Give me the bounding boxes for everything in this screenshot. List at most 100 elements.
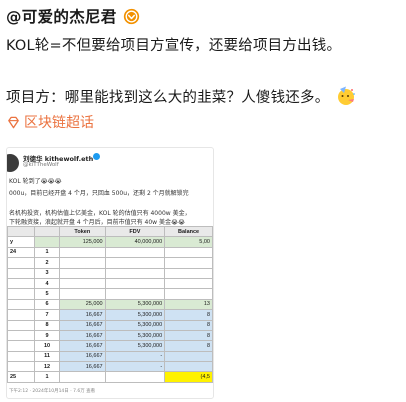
sheet-cell-balance: 13 bbox=[164, 298, 213, 311]
sheet-row: 24 1 bbox=[7, 246, 213, 259]
tweet-author-handle: @kiTTheWolf bbox=[23, 162, 59, 168]
sheet-row: 8 16,667 5,300,000 8 bbox=[7, 319, 213, 331]
sheet-cell-token: 16,667 bbox=[59, 350, 106, 363]
sheet-cell-balance bbox=[164, 361, 213, 373]
author-name[interactable]: @可爱的杰尼君 bbox=[6, 5, 117, 27]
sheet-cell-token: 16,667 bbox=[59, 319, 106, 331]
sheet-cell-balance: 8 bbox=[164, 319, 213, 331]
sheet-cell-fdv: 5,300,000 bbox=[104, 298, 166, 311]
sheet-cell-token: 125,000 bbox=[59, 236, 106, 248]
sheet-cell-token: 16,667 bbox=[59, 309, 106, 321]
party-face-emoji-icon bbox=[338, 86, 356, 105]
sheet-row-index: 11 bbox=[34, 350, 60, 363]
sheet-row: 9 16,667 5,300,000 8 bbox=[7, 329, 213, 342]
sheet-cell-token bbox=[59, 288, 106, 300]
sheet-cell-fdv: - bbox=[104, 350, 166, 363]
post-text-line2-text: 项目方：哪里能找到这么大的韭菜？人傻钱还多。 bbox=[6, 90, 330, 106]
sheet-cell-token: 16,667 bbox=[59, 340, 106, 352]
sheet-row-index: 3 bbox=[34, 267, 60, 279]
sheet-row: 2 bbox=[7, 257, 213, 269]
post-text-line2: 项目方：哪里能找到这么大的韭菜？人傻钱还多。 bbox=[6, 86, 356, 107]
sheet-header-token: Token bbox=[59, 225, 106, 238]
sheet-cell-balance bbox=[164, 277, 213, 290]
sheet-row-label bbox=[7, 361, 35, 373]
sheet-cell-fdv: - bbox=[104, 361, 166, 373]
sheet-row-index: 5 bbox=[34, 288, 60, 300]
sheet-row: 12 16,667 - bbox=[7, 361, 213, 373]
topic-link[interactable]: 区块链超话 bbox=[6, 112, 94, 132]
sheet-cell-fdv: 5,300,000 bbox=[104, 309, 166, 321]
sheet-cell-fdv bbox=[104, 246, 166, 259]
sheet-cell-balance bbox=[164, 288, 213, 300]
sheet-row-label bbox=[7, 319, 35, 331]
sheet-cell-balance: 8 bbox=[164, 329, 213, 342]
sheet-cell-balance bbox=[164, 267, 213, 279]
sheet-cell-balance bbox=[164, 257, 213, 269]
sheet-row: 25 1 (4,5 bbox=[7, 371, 213, 383]
attached-screenshot-image[interactable]: 刘德华 kithewolf.eth @kiTTheWolf KOL 轮到了😭😭😭… bbox=[6, 147, 214, 399]
sheet-cell-token bbox=[59, 267, 106, 279]
sheet-cell-fdv bbox=[104, 288, 166, 300]
sheet-row-index: 6 bbox=[34, 298, 60, 311]
sheet-row-label: 24 bbox=[7, 246, 35, 259]
sheet-row-index: 10 bbox=[34, 340, 60, 352]
sheet-row: 6 25,000 5,300,000 13 bbox=[7, 298, 213, 311]
sheet-row-label: 25 bbox=[7, 371, 35, 383]
tweet-avatar bbox=[7, 154, 19, 172]
sheet-cell-fdv bbox=[104, 277, 166, 290]
sheet-row-label: y bbox=[7, 236, 35, 248]
sheet-row: 5 bbox=[7, 288, 213, 300]
sheet-row-index: 1 bbox=[34, 246, 60, 259]
sheet-cell-fdv bbox=[104, 267, 166, 279]
verified-badge-icon bbox=[123, 8, 139, 24]
diamond-topic-icon bbox=[8, 116, 19, 128]
tweet-timestamp: 下午2:12 · 2024年10月14日 · 7.6万 查看 bbox=[9, 389, 96, 394]
sheet-header-blank bbox=[7, 225, 35, 238]
sheet-row-index bbox=[34, 236, 60, 248]
tweet-line3: 名机构投资，机构估值上亿美金，KOL 轮的估值只有 4000w 美金， bbox=[9, 210, 191, 217]
sheet-cell-token: 16,667 bbox=[59, 361, 106, 373]
sheet-row-label bbox=[7, 267, 35, 279]
sheet-row-index: 1 bbox=[34, 371, 60, 383]
sheet-row: 7 16,667 5,300,000 8 bbox=[7, 309, 213, 321]
sheet-row: y 125,000 40,000,000 5,00 bbox=[7, 236, 213, 248]
sheet-row: 11 16,667 - bbox=[7, 350, 213, 363]
sheet-row-index: 2 bbox=[34, 257, 60, 269]
sheet-cell-fdv: 5,300,000 bbox=[104, 329, 166, 342]
sheet-cell-token bbox=[59, 277, 106, 290]
sheet-cell-token bbox=[59, 371, 106, 383]
spreadsheet-table: Token FDV Balance y 125,000 40,000,000 5… bbox=[7, 225, 213, 383]
sheet-row-label bbox=[7, 288, 35, 300]
sheet-cell-balance: (4,5 bbox=[164, 371, 213, 383]
sheet-row-label bbox=[7, 309, 35, 321]
sheet-row-index: 4 bbox=[34, 277, 60, 290]
sheet-cell-token: 25,000 bbox=[59, 298, 106, 311]
sheet-cell-balance bbox=[164, 246, 213, 259]
sheet-header-fdv: FDV bbox=[104, 225, 166, 238]
sheet-header-row: Token FDV Balance bbox=[7, 225, 213, 238]
sheet-header-blank bbox=[34, 225, 60, 238]
sheet-row-index: 9 bbox=[34, 329, 60, 342]
tweet-line4: 下轮融资接，浪起就开盘 4 个月后，目前市值只有 40w 美金😭😭 bbox=[9, 219, 186, 226]
sheet-cell-balance: 8 bbox=[164, 340, 213, 352]
sheet-row-index: 7 bbox=[34, 309, 60, 321]
sheet-row-label bbox=[7, 329, 35, 342]
topic-label: 区块链超话 bbox=[24, 115, 94, 131]
tweet-line2: 000u，目前已经开盘 4 个月，只回血 500u，还剩 2 个月就解锁完 bbox=[9, 190, 189, 197]
sheet-row-label bbox=[7, 257, 35, 269]
sheet-row-label bbox=[7, 277, 35, 290]
sheet-cell-balance bbox=[164, 350, 213, 363]
sheet-row: 3 bbox=[7, 267, 213, 279]
sheet-row: 4 bbox=[7, 277, 213, 290]
sheet-row-label bbox=[7, 350, 35, 363]
sheet-cell-balance: 8 bbox=[164, 309, 213, 321]
sheet-cell-token: 16,667 bbox=[59, 329, 106, 342]
sheet-cell-token bbox=[59, 257, 106, 269]
sheet-header-balance: Balance bbox=[164, 225, 213, 238]
sheet-cell-fdv: 5,300,000 bbox=[104, 319, 166, 331]
sheet-row-label bbox=[7, 340, 35, 352]
sheet-cell-fdv bbox=[104, 371, 166, 383]
sheet-cell-fdv: 5,300,000 bbox=[104, 340, 166, 352]
tweet-line1: KOL 轮到了😭😭😭 bbox=[9, 178, 62, 185]
sheet-cell-balance: 5,00 bbox=[164, 236, 213, 248]
